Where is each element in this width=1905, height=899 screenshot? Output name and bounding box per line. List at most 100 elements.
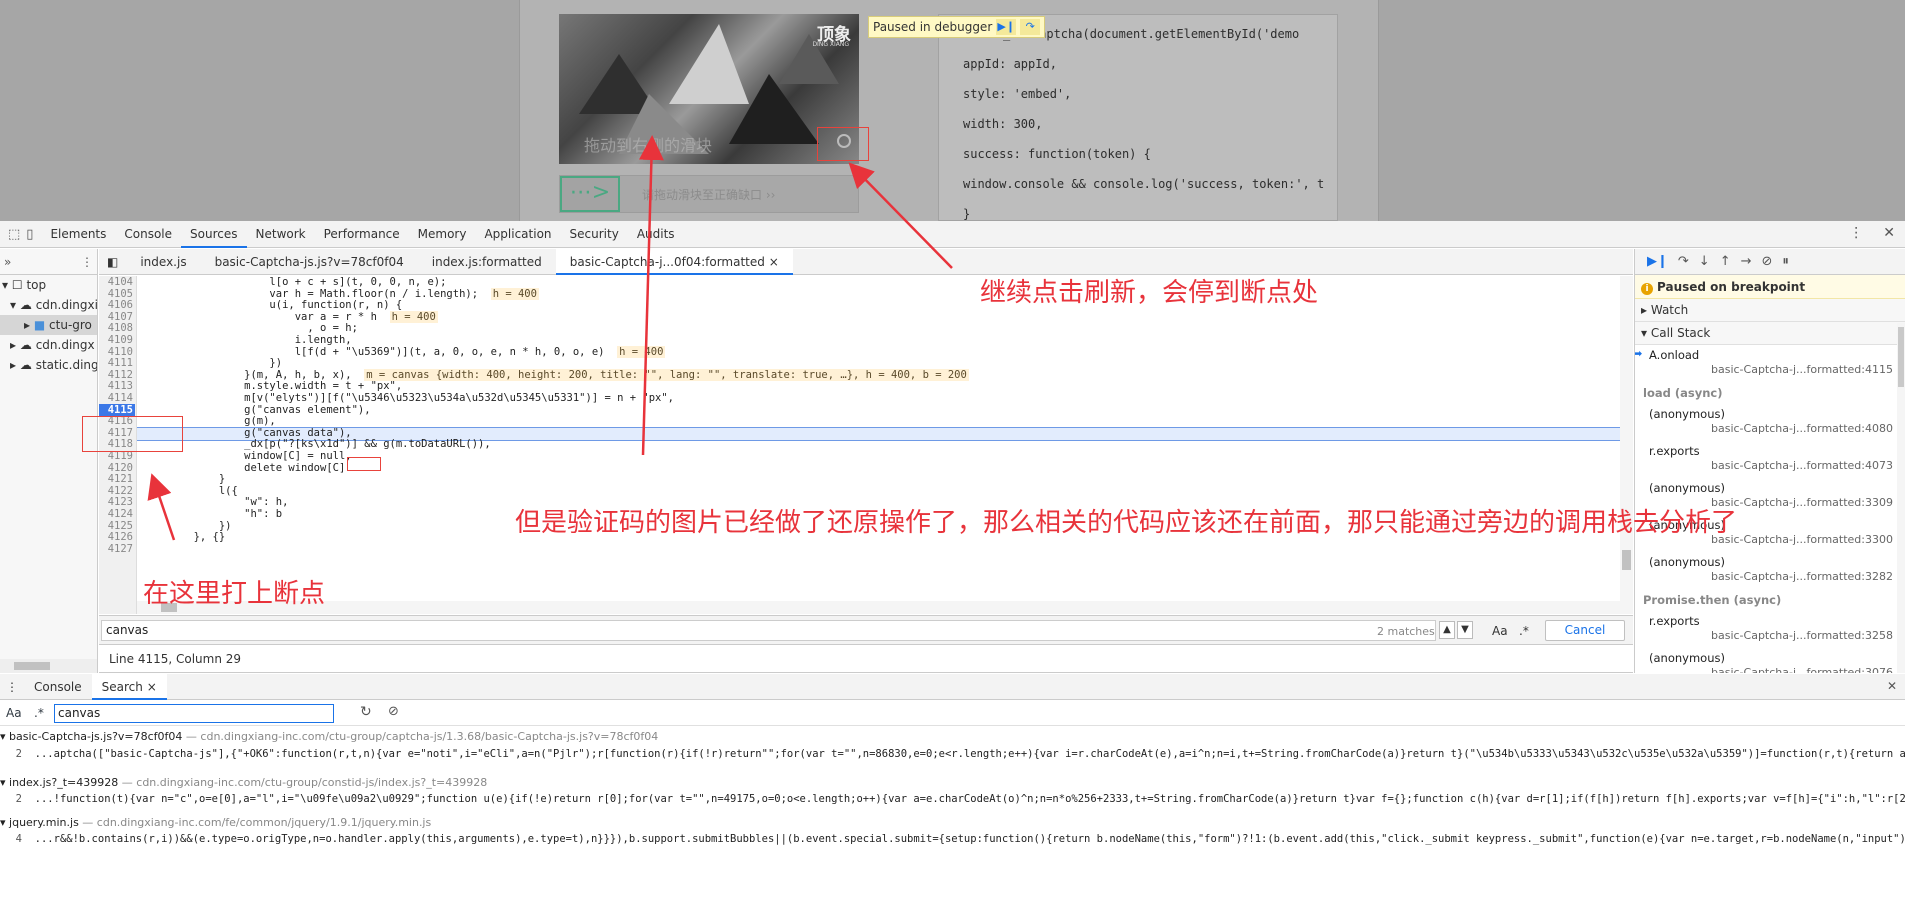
- line-number[interactable]: 4109: [99, 334, 133, 346]
- step-out-icon[interactable]: ↑: [1720, 254, 1731, 269]
- line-number[interactable]: 4121: [99, 473, 133, 485]
- line-number[interactable]: 4106: [99, 299, 133, 311]
- result-file-header[interactable]: ▾ jquery.min.js — cdn.dingxiang-inc.com/…: [0, 816, 431, 829]
- breakpoint-line-number[interactable]: 4115: [99, 403, 135, 416]
- nav-item-domain[interactable]: ▾ ☁ cdn.dingxi: [0, 295, 97, 315]
- cancel-button[interactable]: Cancel: [1545, 620, 1625, 641]
- tab-performance[interactable]: Performance: [315, 221, 409, 248]
- line-number[interactable]: 4126: [99, 531, 133, 543]
- nav-item-domain[interactable]: ▸ ☁ cdn.dingx: [0, 335, 97, 355]
- tab-audits[interactable]: Audits: [628, 221, 684, 248]
- line-number[interactable]: 4105: [99, 288, 133, 300]
- line-number[interactable]: 4108: [99, 322, 133, 334]
- call-frame[interactable]: r.exports basic-Captcha-j...formatted:407…: [1635, 441, 1905, 478]
- navigator-scrollbar[interactable]: [0, 659, 97, 673]
- slider-hint: 请拖动滑块至正确缺口 ››: [642, 188, 776, 202]
- editor-tab-index-js[interactable]: index.js: [126, 249, 200, 275]
- line-number[interactable]: 4124: [99, 508, 133, 520]
- line-number[interactable]: 4120: [99, 462, 133, 474]
- clear-icon[interactable]: ⊘: [388, 704, 399, 719]
- result-file-header[interactable]: ▾ basic-Captcha-js.js?v=78cf0f04 — cdn.d…: [0, 730, 658, 743]
- more-options-icon[interactable]: ⋮: [1849, 225, 1863, 241]
- code-editor[interactable]: 4104 4105 4106 4107 4108 4109 4110 4111 4112 4113…: [99, 276, 1633, 614]
- line-number[interactable]: 4114: [99, 392, 133, 404]
- sidebar-scrollbar[interactable]: [1897, 323, 1905, 673]
- regex-toggle[interactable]: .*: [34, 706, 44, 720]
- call-frame[interactable]: ➡A.onloadbasic-Captcha-j...formatted:411…: [1635, 345, 1905, 382]
- line-number[interactable]: 4111: [99, 357, 133, 369]
- slider-handle[interactable]: ⋯>: [560, 176, 620, 212]
- step-icon[interactable]: →: [1741, 254, 1752, 269]
- line-number[interactable]: 4107: [99, 311, 133, 323]
- scroll-thumb[interactable]: [1898, 327, 1904, 387]
- nav-item-folder[interactable]: ▸ ■ ctu-gro: [0, 315, 97, 335]
- tab-security[interactable]: Security: [561, 221, 628, 248]
- close-icon[interactable]: ✕: [1883, 225, 1895, 241]
- regex-toggle[interactable]: .*: [1519, 624, 1529, 638]
- nav-item-top[interactable]: ▾ ☐ top: [0, 275, 97, 295]
- line-number[interactable]: 4112: [99, 369, 133, 381]
- line-number[interactable]: 4122: [99, 485, 133, 497]
- tab-sources[interactable]: Sources: [181, 221, 247, 248]
- editor-status-bar: Line 4115, Column 29: [99, 646, 1633, 673]
- tab-console[interactable]: Console: [115, 221, 181, 248]
- pause-on-exceptions-icon[interactable]: ⏸: [1782, 254, 1789, 269]
- tab-elements[interactable]: Elements: [41, 221, 115, 248]
- section-watch[interactable]: ▸ Watch: [1635, 299, 1905, 322]
- editor-tab-basic-captcha[interactable]: basic-Captcha-js.js?v=78cf0f04: [201, 249, 418, 275]
- match-case-toggle[interactable]: Aa: [1492, 624, 1508, 638]
- step-over-icon[interactable]: ↷: [1678, 254, 1689, 269]
- nav-item-domain[interactable]: ▸ ☁ static.ding: [0, 355, 97, 375]
- refresh-icon[interactable]: ↻: [360, 704, 372, 720]
- device-toggle-icon[interactable]: ▯: [26, 227, 33, 242]
- result-line[interactable]: 2 ...!function(t){var n="c",o=e[0],a="l"…: [0, 793, 1905, 805]
- inspect-icon[interactable]: ⬚: [8, 227, 20, 242]
- scroll-thumb[interactable]: [1622, 550, 1631, 570]
- result-line[interactable]: 4 ...r&&!b.contains(r,i))&&(e.type=o.ori…: [0, 833, 1905, 845]
- deactivate-breakpoints-icon[interactable]: ⊘: [1762, 254, 1773, 269]
- match-case-toggle[interactable]: Aa: [6, 706, 22, 720]
- frame-icon: ☐: [11, 278, 23, 292]
- close-tab-icon[interactable]: ×: [147, 680, 157, 694]
- find-input[interactable]: canvas: [101, 620, 1436, 641]
- line-number[interactable]: 4127: [99, 543, 133, 555]
- tab-network[interactable]: Network: [247, 221, 315, 248]
- find-next-icon[interactable]: ▼: [1457, 621, 1473, 639]
- step-over-icon[interactable]: ↷: [1020, 19, 1041, 35]
- call-frame[interactable]: r.exports basic-Captcha-j...formatted:325…: [1635, 611, 1905, 648]
- editor-tab-basic-captcha-formatted[interactable]: basic-Captcha-j...0f04:formatted ×: [555, 248, 793, 275]
- toggle-navigator-icon[interactable]: ◧: [99, 249, 126, 275]
- tab-application[interactable]: Application: [475, 221, 560, 248]
- line-number[interactable]: 4125: [99, 520, 133, 532]
- drawer-tab-console[interactable]: Console: [24, 674, 92, 700]
- tab-memory[interactable]: Memory: [409, 221, 476, 248]
- expand-navigator-icon[interactable]: »: [4, 255, 11, 269]
- close-drawer-icon[interactable]: ✕: [1887, 679, 1897, 693]
- cloud-icon: ☁: [19, 358, 32, 372]
- captcha-slider[interactable]: ⋯> 请拖动滑块至正确缺口 ››: [559, 175, 859, 213]
- result-file-header[interactable]: ▾ index.js?_t=439928 — cdn.dingxiang-inc…: [0, 776, 487, 789]
- result-line[interactable]: 2 ...aptcha(["basic-Captcha-js"],{"+OK6"…: [0, 748, 1905, 760]
- line-number[interactable]: 4104: [99, 276, 133, 288]
- code-line: }: [143, 473, 226, 486]
- step-into-icon[interactable]: ↓: [1699, 254, 1710, 269]
- close-tab-icon[interactable]: ×: [769, 255, 779, 269]
- code-horizontal-scrollbar[interactable]: [137, 601, 1620, 614]
- navigator-menu-icon[interactable]: ⋮: [81, 255, 93, 269]
- drawer-menu-icon[interactable]: ⋮: [0, 674, 24, 700]
- search-input[interactable]: canvas: [54, 704, 334, 723]
- code-vertical-scrollbar[interactable]: [1620, 276, 1633, 614]
- find-prev-icon[interactable]: ▲: [1439, 621, 1455, 639]
- line-number[interactable]: 4110: [99, 346, 133, 358]
- scroll-thumb[interactable]: [14, 662, 50, 670]
- section-call-stack[interactable]: ▾ Call Stack: [1635, 322, 1905, 345]
- drawer-tab-search[interactable]: Search ×: [91, 673, 167, 700]
- resume-icon[interactable]: ▶❙: [1647, 254, 1668, 269]
- call-frame[interactable]: (anonymous) basic-Captcha-j...formatted:3…: [1635, 648, 1905, 673]
- call-frame[interactable]: (anonymous) basic-Captcha-j...formatted:4…: [1635, 404, 1905, 441]
- line-number[interactable]: 4123: [99, 496, 133, 508]
- line-number[interactable]: 4113: [99, 380, 133, 392]
- editor-tab-index-formatted[interactable]: index.js:formatted: [418, 249, 556, 275]
- call-frame[interactable]: (anonymous) basic-Captcha-j...formatted:3…: [1635, 552, 1905, 589]
- resume-icon[interactable]: ▶❙: [996, 19, 1017, 35]
